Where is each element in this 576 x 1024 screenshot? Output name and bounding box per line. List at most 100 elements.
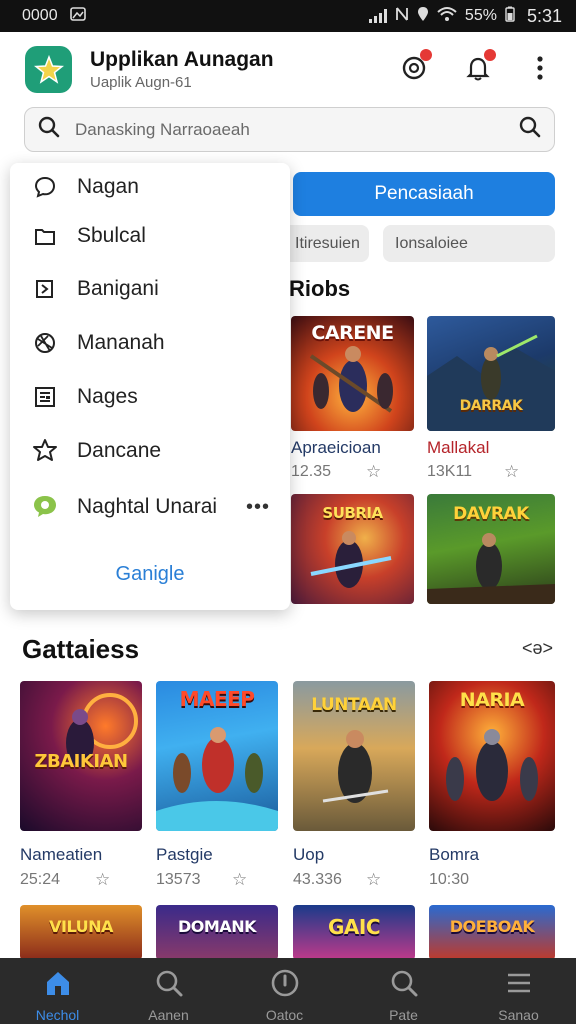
bell-icon[interactable] <box>462 49 496 84</box>
game-tile[interactable]: DAVRAK <box>427 494 555 604</box>
game-meta: 10:30 <box>429 871 470 888</box>
nav-item-menu[interactable]: Sanao <box>461 958 576 1024</box>
nav-label: Aanen <box>148 1007 189 1023</box>
game-art <box>309 346 393 413</box>
game-meta: 13573 <box>156 871 201 888</box>
more-vertical-icon[interactable] <box>524 52 556 84</box>
game-name[interactable]: Apraeicioan <box>291 438 381 458</box>
battery-icon <box>505 6 515 27</box>
message-icon <box>32 494 58 520</box>
app-subtitle: Uaplik Augn-61 <box>90 74 192 91</box>
search-icon <box>154 968 184 1003</box>
game-art <box>156 727 278 831</box>
nav-label: Pate <box>389 1007 418 1023</box>
menu-item-label: Mananah <box>77 331 165 354</box>
location-icon <box>417 6 429 27</box>
status-time: 5:31 <box>526 5 562 26</box>
nav-item-search[interactable]: Aanen <box>111 958 226 1024</box>
star-icon[interactable]: ☆ <box>366 462 381 482</box>
star-icon[interactable]: ☆ <box>504 462 519 482</box>
game-art-title: DARRAK <box>459 398 523 414</box>
filter-chip[interactable]: Ionsaloiee <box>383 225 555 262</box>
nav-label: Oatoc <box>265 1007 304 1023</box>
search-icon <box>389 968 419 1003</box>
menu-item[interactable]: Mananah <box>10 319 290 367</box>
section-more-link[interactable]: <ə> <box>522 638 553 659</box>
news-icon <box>32 384 58 410</box>
game-meta: 43.336 <box>293 871 342 888</box>
search-input[interactable] <box>75 119 518 140</box>
nav-item-compass[interactable]: Oatoc <box>227 958 342 1024</box>
game-name[interactable]: Uop <box>293 845 324 865</box>
signal-icon <box>368 9 387 23</box>
star-icon[interactable]: ☆ <box>95 870 110 890</box>
game-tile[interactable]: DARRAK <box>427 316 555 431</box>
notification-badge <box>420 49 432 61</box>
star-icon[interactable]: ☆ <box>232 870 247 890</box>
game-tile[interactable]: MAEEP <box>156 681 278 831</box>
menu-item-label: Dancane <box>77 439 162 462</box>
nav-label: Sanao <box>498 1007 539 1023</box>
game-art-title: VILUNA <box>49 917 113 936</box>
game-name[interactable]: Bomra <box>429 845 479 865</box>
menu-item-label: Naghtal Unarai <box>77 495 218 518</box>
battery-percent: 55% <box>464 7 497 24</box>
game-tile[interactable]: LUNTAAN <box>293 681 415 831</box>
game-art-title: DOEBOAK <box>449 917 535 936</box>
game-meta: 12.35 <box>291 463 332 480</box>
menu-item[interactable]: Naghtal Unarai ••• <box>10 483 290 531</box>
game-name[interactable]: Mallakal <box>427 438 489 458</box>
game-tile[interactable]: DOMANK <box>156 905 278 960</box>
menu-icon <box>504 968 534 1003</box>
game-tile[interactable]: CARENE <box>291 316 414 431</box>
game-tile[interactable]: NARIA <box>429 681 555 831</box>
game-art <box>427 533 555 604</box>
chat-bubble-icon <box>32 174 58 200</box>
game-art <box>446 729 538 801</box>
book-icon <box>32 276 58 302</box>
game-tile[interactable]: GAIC <box>293 905 415 960</box>
status-bar: 0000 55% 5:31 <box>0 0 576 32</box>
game-tile[interactable]: DOEBOAK <box>429 905 555 960</box>
nfc-icon <box>395 6 409 27</box>
game-tile[interactable]: VILUNA <box>20 905 142 960</box>
game-meta: 13K11 <box>427 463 473 480</box>
status-left-text: 0000 <box>22 7 58 24</box>
menu-item[interactable]: Banigani <box>10 265 290 313</box>
menu-item-label: Banigani <box>77 277 159 300</box>
filter-chip[interactable]: Itiresuien <box>283 225 369 262</box>
menu-item-label: Nagan <box>77 175 139 198</box>
folder-icon <box>32 223 58 249</box>
star-icon[interactable]: ☆ <box>366 870 381 890</box>
menu-footer-link[interactable]: Ganigle <box>10 563 290 586</box>
game-art-title: DOMANK <box>178 917 256 936</box>
game-name[interactable]: Pastgie <box>156 845 213 865</box>
game-tile[interactable]: ZBAIKIAN <box>20 681 142 831</box>
game-art-title: ZBAIKIAN <box>34 751 128 772</box>
more-horizontal-icon[interactable]: ••• <box>246 496 270 519</box>
menu-item[interactable]: Sbulcal <box>10 212 290 260</box>
compass-icon <box>270 968 300 1003</box>
search-icon <box>37 115 61 144</box>
wifi-icon <box>437 6 457 27</box>
game-art-title: GAIC <box>327 915 381 939</box>
game-tile[interactable]: SUBRIA <box>291 494 414 604</box>
menu-item[interactable]: Dancane <box>10 427 290 475</box>
menu-item[interactable]: Nagan <box>10 163 290 211</box>
app-title: Upplikan Aunagan <box>90 48 274 71</box>
nav-item-home[interactable]: Nechol <box>0 958 115 1024</box>
primary-action-button[interactable]: Pencasiaah <box>293 172 555 216</box>
nav-item-rate[interactable]: Pate <box>346 958 461 1024</box>
app-logo-icon <box>25 46 72 93</box>
menu-item-label: Nages <box>77 385 138 408</box>
menu-item[interactable]: Nages <box>10 373 290 421</box>
game-name[interactable]: Nameatien <box>20 845 102 865</box>
game-art <box>310 531 392 588</box>
app-header: Upplikan Aunagan Uaplik Augn-61 <box>0 32 576 104</box>
record-icon[interactable] <box>398 49 432 84</box>
search-submit-icon[interactable] <box>518 115 542 144</box>
home-icon <box>43 968 73 1003</box>
image-notification-icon <box>69 6 86 27</box>
search-bar[interactable] <box>24 107 555 152</box>
notification-badge <box>484 49 496 61</box>
